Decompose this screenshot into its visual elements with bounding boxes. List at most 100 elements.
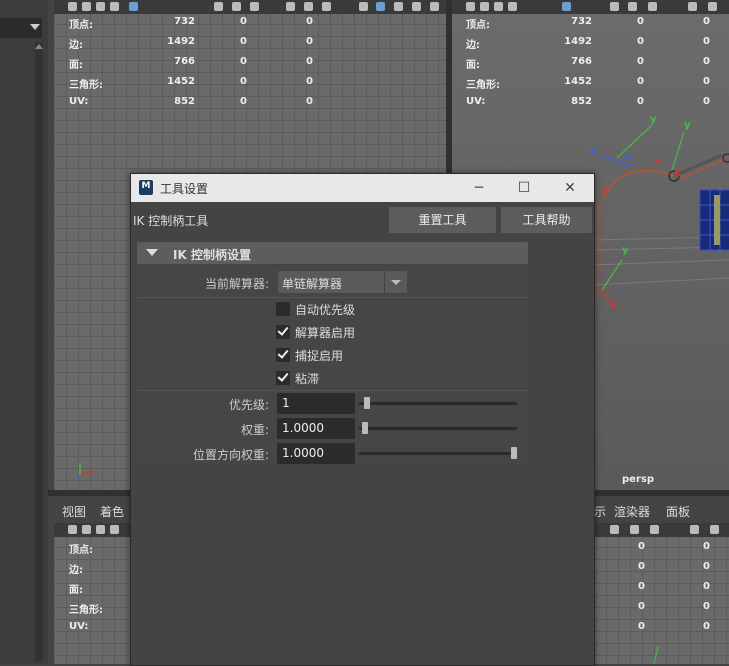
hud-edges-value: 1492 <box>167 36 195 47</box>
grid-icon[interactable] <box>214 2 223 11</box>
pos-weight-label: 位置方向权重: <box>192 448 269 462</box>
image-plane-icon[interactable] <box>508 2 517 11</box>
weight-slider-handle[interactable] <box>362 422 368 434</box>
auto-priority-label: 自动优先级 <box>295 303 356 317</box>
lights-icon[interactable] <box>394 2 403 11</box>
smooth-shade-icon[interactable] <box>710 525 719 534</box>
camera-attr-icon[interactable] <box>82 525 91 534</box>
hud-vertices-value: 732 <box>174 16 195 27</box>
weight-field[interactable]: 1.0000 <box>277 418 355 439</box>
camera-attr-icon[interactable] <box>480 2 489 11</box>
image-plane-icon[interactable] <box>110 2 119 11</box>
grease-pencil-icon[interactable] <box>562 2 571 11</box>
menu-panels[interactable]: 面板 <box>666 503 690 520</box>
grease-pencil-icon[interactable] <box>129 2 138 11</box>
priority-slider-handle[interactable] <box>364 397 370 409</box>
hud-uvs-value: 0 <box>703 96 710 107</box>
film-gate-icon[interactable] <box>232 2 241 11</box>
bookmark-icon[interactable] <box>494 2 503 11</box>
hud-faces-value: 766 <box>571 56 592 67</box>
snap-enable-checkbox[interactable] <box>276 348 290 362</box>
outliner-scrollbar[interactable] <box>35 42 43 662</box>
collapse-triangle-icon[interactable] <box>146 249 158 256</box>
camera-label: persp <box>622 474 654 485</box>
weight-slider[interactable] <box>359 422 517 434</box>
menu-renderer[interactable]: 渲染器 <box>614 503 650 520</box>
bookmark-icon[interactable] <box>96 525 105 534</box>
outliner-dropdown-icon[interactable] <box>30 24 40 30</box>
ik-handle-settings-header[interactable]: IK 控制柄设置 <box>137 242 528 264</box>
textured-icon[interactable] <box>412 2 421 11</box>
pos-weight-slider-handle[interactable] <box>511 447 517 459</box>
auto-priority-checkbox[interactable] <box>276 302 290 316</box>
window-titlebar[interactable]: M 工具设置 ─ ☐ ✕ <box>131 174 594 202</box>
sticky-checkbox[interactable] <box>276 371 290 385</box>
grid-icon[interactable] <box>610 525 619 534</box>
priority-slider[interactable] <box>359 397 517 409</box>
hud-tris-label: 三角形: <box>466 80 500 91</box>
hud-uvs-label: UV: <box>466 96 486 107</box>
text-icon[interactable] <box>322 2 331 11</box>
hud-faces-label: 面: <box>69 585 83 596</box>
hud-tris-value: 1452 <box>564 76 592 87</box>
resolution-gate-icon[interactable] <box>650 525 659 534</box>
camera-icon[interactable] <box>68 2 77 11</box>
hud-tris-value: 0 <box>306 76 313 87</box>
image-plane-icon[interactable] <box>110 525 119 534</box>
cube-icon[interactable] <box>359 2 368 11</box>
viewport-toolbar <box>594 523 729 537</box>
menu-show[interactable]: 示 <box>594 503 606 520</box>
camera-icon[interactable] <box>466 2 475 11</box>
sticky-label: 粘滞 <box>295 372 320 386</box>
pos-weight-field[interactable]: 1.0000 <box>277 443 355 464</box>
tool-help-button[interactable]: 工具帮助 <box>501 207 592 233</box>
solver-dropdown-button[interactable] <box>384 271 407 293</box>
hud-tris-value: 0 <box>638 601 645 612</box>
isolate-icon[interactable] <box>430 2 439 11</box>
view-axis-indicator <box>77 463 95 482</box>
priority-field[interactable]: 1 <box>277 393 355 414</box>
cube-shaded-icon[interactable] <box>376 2 385 11</box>
solver-select[interactable]: 单链解算器 <box>278 271 407 293</box>
solver-label: 当前解算器: <box>204 277 269 291</box>
axis-gizmo-partial <box>653 645 659 664</box>
priority-value: 1 <box>282 396 290 410</box>
camera-attr-icon[interactable] <box>82 2 91 11</box>
hud-faces-value: 0 <box>703 56 710 67</box>
solver-enable-checkbox[interactable] <box>276 325 290 339</box>
wireframe-icon[interactable] <box>690 525 699 534</box>
smooth-shade-icon[interactable] <box>304 2 313 11</box>
film-gate-icon[interactable] <box>628 2 637 11</box>
grid-icon[interactable] <box>610 2 619 11</box>
bottom-right-menubar: 示 渲染器 面板 <box>594 497 729 523</box>
maximize-button[interactable]: ☐ <box>514 178 534 198</box>
reset-tool-button[interactable]: 重置工具 <box>389 207 496 233</box>
hud-vertices-label: 顶点: <box>69 545 93 556</box>
hud-faces-value: 766 <box>174 56 195 67</box>
axis-label-x: x <box>602 185 609 196</box>
wireframe-icon[interactable] <box>286 2 295 11</box>
hud-faces-label: 面: <box>69 60 83 71</box>
scroll-up-icon[interactable] <box>35 44 43 49</box>
menu-shading[interactable]: 着色 <box>100 503 124 520</box>
wireframe-icon[interactable] <box>688 2 697 11</box>
film-gate-icon[interactable] <box>630 525 639 534</box>
axis-label-y: y <box>650 114 657 125</box>
section-title: IK 控制柄设置 <box>173 248 251 262</box>
weight-label: 权重: <box>240 423 269 437</box>
viewport-bottom-right[interactable]: 0 0 0 0 0 0 0 0 0 0 <box>594 523 729 664</box>
hud-edges-value: 0 <box>703 36 710 47</box>
pos-weight-slider[interactable] <box>359 447 517 459</box>
camera-icon[interactable] <box>68 525 77 534</box>
close-button[interactable]: ✕ <box>560 178 580 198</box>
snap-enable-label: 捕捉启用 <box>295 349 344 363</box>
tool-settings-window: M 工具设置 ─ ☐ ✕ IK 控制柄工具 重置工具 工具帮助 IK 控制柄设置… <box>130 173 595 666</box>
resolution-gate-icon[interactable] <box>648 2 657 11</box>
bookmark-icon[interactable] <box>96 2 105 11</box>
hud-edges-value: 0 <box>703 561 710 572</box>
resolution-gate-icon[interactable] <box>250 2 259 11</box>
minimize-button[interactable]: ─ <box>469 178 489 198</box>
smooth-shade-icon[interactable] <box>708 2 717 11</box>
tool-name-label: IK 控制柄工具 <box>133 214 209 228</box>
menu-view[interactable]: 视图 <box>62 503 86 520</box>
